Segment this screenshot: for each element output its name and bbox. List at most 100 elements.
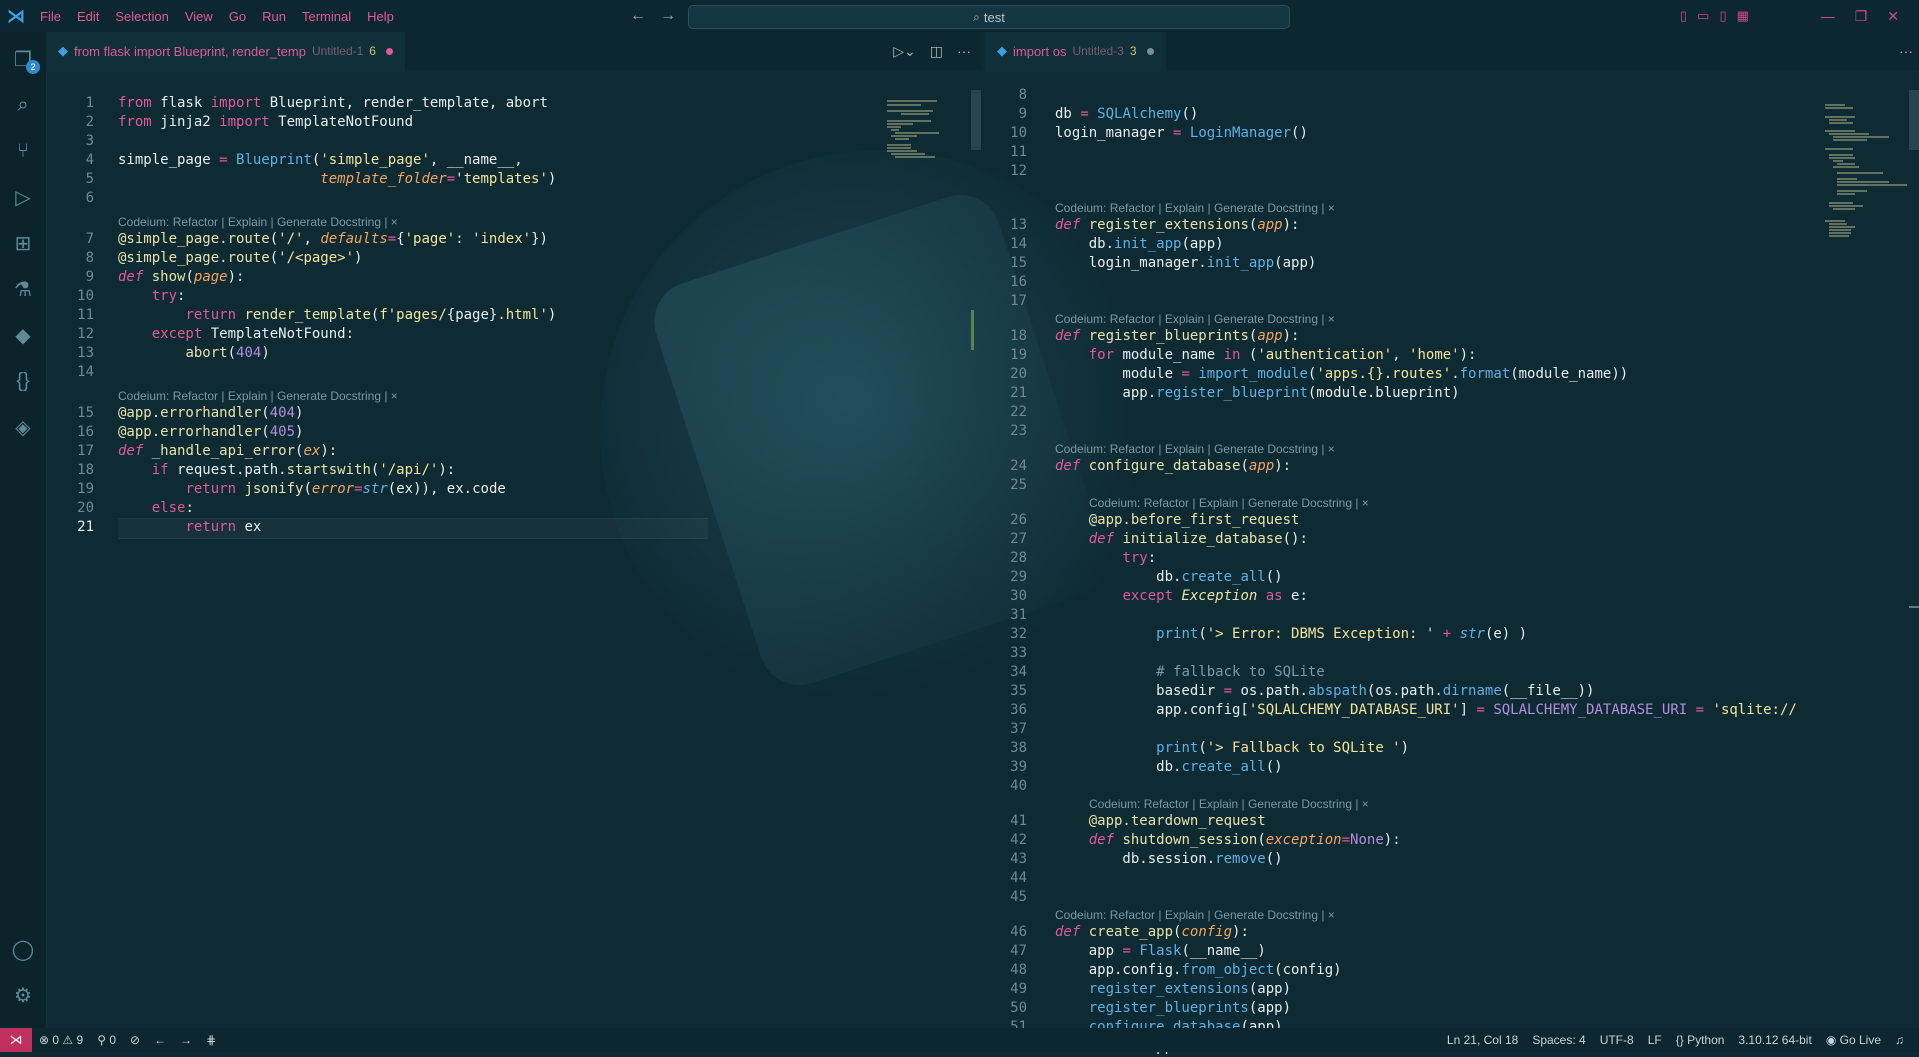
json-icon[interactable]: {} <box>10 368 36 394</box>
close-window-icon[interactable]: ✕ <box>1887 8 1899 25</box>
code-line: 27 def initialize_database(): <box>1010 531 1308 547</box>
command-center-search[interactable]: ⌕ test <box>688 5 1290 29</box>
python-file-icon: ◆ <box>997 43 1007 58</box>
codeium-codelens[interactable]: Codeium: Refactor | Explain | Generate D… <box>1055 311 1335 327</box>
menu-go[interactable]: Go <box>221 9 254 24</box>
source-control-icon[interactable]: ⑂ <box>10 138 36 164</box>
menu-terminal[interactable]: Terminal <box>294 9 359 24</box>
codeium-codelens[interactable]: Codeium: Refactor | Explain | Generate D… <box>1055 441 1335 457</box>
menu-view[interactable]: View <box>177 9 221 24</box>
tab-problem-count: 6 <box>369 44 376 58</box>
go-live-label: Go Live <box>1839 1033 1881 1047</box>
split-editor-icon[interactable]: ◫ <box>930 43 943 60</box>
run-debug-icon[interactable]: ▷ <box>10 184 36 210</box>
codeium-codelens[interactable]: Codeium: Refactor | Explain | Generate D… <box>1055 200 1335 216</box>
code-line: 6 <box>85 190 94 206</box>
ports-indicator[interactable]: ⚲ 0 <box>90 1033 123 1047</box>
menu-selection[interactable]: Selection <box>107 9 176 24</box>
run-python-file-icon[interactable]: ▷⌄ <box>893 43 916 60</box>
code-line: 12 except TemplateNotFound: <box>77 326 355 342</box>
explorer-icon[interactable]: ❐ 2 <box>10 46 40 74</box>
tab-title: from flask import Blueprint, render_temp <box>74 43 306 59</box>
braces-icon: {} <box>1675 1033 1684 1047</box>
problems-indicator[interactable]: ⊗ 0 ⚠ 9 <box>32 1033 90 1047</box>
tab-untitled-1[interactable]: ◆ from flask import Blueprint, render_te… <box>46 32 405 72</box>
code-line: 18 def register_blueprints(app): <box>1010 328 1300 344</box>
back-icon[interactable]: ← <box>147 1033 173 1047</box>
code-line: 4 simple_page = Blueprint('simple_page', … <box>85 152 523 168</box>
code-line: 26 @app.before_first_request <box>1010 512 1300 528</box>
code-line: 25 <box>1010 477 1027 493</box>
python-interpreter[interactable]: 3.10.12 64-bit <box>1731 1033 1818 1047</box>
menu-edit[interactable]: Edit <box>69 9 107 24</box>
extensions-icon[interactable]: ⊞ <box>10 230 36 256</box>
tab-bar-left: ◆ from flask import Blueprint, render_te… <box>46 32 981 72</box>
testing-icon[interactable]: ⚗ <box>10 276 36 302</box>
status-bar-right: Ln 21, Col 18 Spaces: 4 UTF-8 LF {} Pyth… <box>1440 1028 1911 1052</box>
forward-icon[interactable]: → <box>173 1033 199 1047</box>
docker-icon[interactable]: ◆ <box>10 322 36 348</box>
tools-icon[interactable]: ⋕ <box>199 1033 223 1047</box>
codeium-codelens[interactable]: Codeium: Refactor | Explain | Generate D… <box>1089 495 1369 511</box>
code-line: 31 <box>1010 607 1027 623</box>
unsaved-dot-icon[interactable] <box>385 47 393 55</box>
scrollbar-left[interactable] <box>971 70 981 1028</box>
remote-indicator-icon[interactable]: ⋊ <box>0 1028 32 1052</box>
tab-problem-count: 3 <box>1129 44 1137 58</box>
toggle-primary-sidebar-icon[interactable]: ▯ <box>1680 8 1687 24</box>
codeium-codelens[interactable]: Codeium: Refactor | Explain | Generate D… <box>118 214 398 230</box>
python-icon[interactable]: ◈ <box>10 414 36 440</box>
scrollbar-right[interactable] <box>1909 70 1919 1028</box>
menu-file[interactable]: File <box>32 9 69 24</box>
editor-actions-right: ··· <box>1899 32 1913 70</box>
notifications-bell-icon[interactable]: ♫ <box>1888 1033 1911 1047</box>
codeium-codelens[interactable]: Codeium: Refactor | Explain | Generate D… <box>1055 907 1335 923</box>
go-live-button[interactable]: ◉ Go Live <box>1819 1033 1888 1047</box>
code-line: 8 @simple_page.route('/<page>') <box>85 250 363 266</box>
codeium-codelens[interactable]: Codeium: Refactor | Explain | Generate D… <box>118 388 398 404</box>
menu-run[interactable]: Run <box>254 9 294 24</box>
search-view-icon[interactable]: ⌕ <box>10 92 36 118</box>
more-actions-icon[interactable]: ··· <box>1899 43 1913 59</box>
tab-untitled-3[interactable]: ◆ import os Untitled-3 3 <box>985 32 1166 72</box>
back-arrow-icon[interactable]: ← <box>630 7 646 25</box>
encoding[interactable]: UTF-8 <box>1593 1033 1641 1047</box>
restore-icon[interactable]: ❐ <box>1855 8 1868 25</box>
toggle-secondary-sidebar-icon[interactable]: ▯ <box>1719 8 1726 24</box>
tab-description: Untitled-3 <box>1072 44 1124 58</box>
warning-count: 9 <box>76 1033 84 1047</box>
unsaved-dot-icon[interactable] <box>1146 47 1154 55</box>
code-line: 7 @simple_page.route('/', defaults={'page… <box>85 231 548 247</box>
cursor-position[interactable]: Ln 21, Col 18 <box>1440 1033 1525 1047</box>
end-of-line[interactable]: LF <box>1641 1033 1669 1047</box>
code-line: 2 from jinja2 import TemplateNotFound <box>85 114 414 130</box>
accounts-icon[interactable]: ◯ <box>10 936 36 962</box>
minimize-icon[interactable]: — <box>1821 8 1835 24</box>
activity-bar: ❐ 2 ⌕ ⑂ ▷ ⊞ ⚗ ◆ {} ◈ ◯ ⚙ <box>0 32 47 1028</box>
ports-count: 0 <box>109 1033 117 1047</box>
code-line: 41 @app.teardown_request <box>1010 813 1266 829</box>
code-line: 23 <box>1010 423 1027 439</box>
settings-gear-icon[interactable]: ⚙ <box>10 982 36 1008</box>
customize-layout-icon[interactable]: ▦ <box>1737 8 1749 24</box>
code-line: 11 return render_template(f'pages/{page}… <box>77 307 557 323</box>
code-editor-left[interactable]: 1 from flask import Blueprint, render_tem… <box>46 70 981 1028</box>
menu-help[interactable]: Help <box>359 9 402 24</box>
toggle-panel-icon[interactable]: ▭ <box>1697 8 1709 24</box>
code-line: 47 app = Flask(__name__) <box>1010 943 1266 959</box>
explorer-badge: 2 <box>26 60 40 74</box>
code-line: 15 @app.errorhandler(404) <box>77 405 304 421</box>
code-line: 14 <box>77 364 94 380</box>
minimap-left[interactable] <box>883 70 973 1028</box>
error-count: 0 <box>52 1033 60 1047</box>
broadcast-off-icon[interactable]: ⊘ <box>123 1033 147 1047</box>
code-line: 48 app.config.from_object(config) <box>1010 962 1342 978</box>
indentation[interactable]: Spaces: 4 <box>1525 1033 1592 1047</box>
code-editor-right[interactable]: 8 9 db = SQLAlchemy() 10 login_manager = L… <box>985 70 1919 1035</box>
codeium-codelens[interactable]: Codeium: Refactor | Explain | Generate D… <box>1089 796 1369 812</box>
language-mode[interactable]: {} Python <box>1669 1033 1732 1047</box>
minimap-right[interactable] <box>1821 70 1911 1028</box>
forward-arrow-icon[interactable]: → <box>660 7 676 25</box>
code-line: 22 <box>1010 404 1027 420</box>
more-actions-icon[interactable]: ··· <box>957 43 971 59</box>
